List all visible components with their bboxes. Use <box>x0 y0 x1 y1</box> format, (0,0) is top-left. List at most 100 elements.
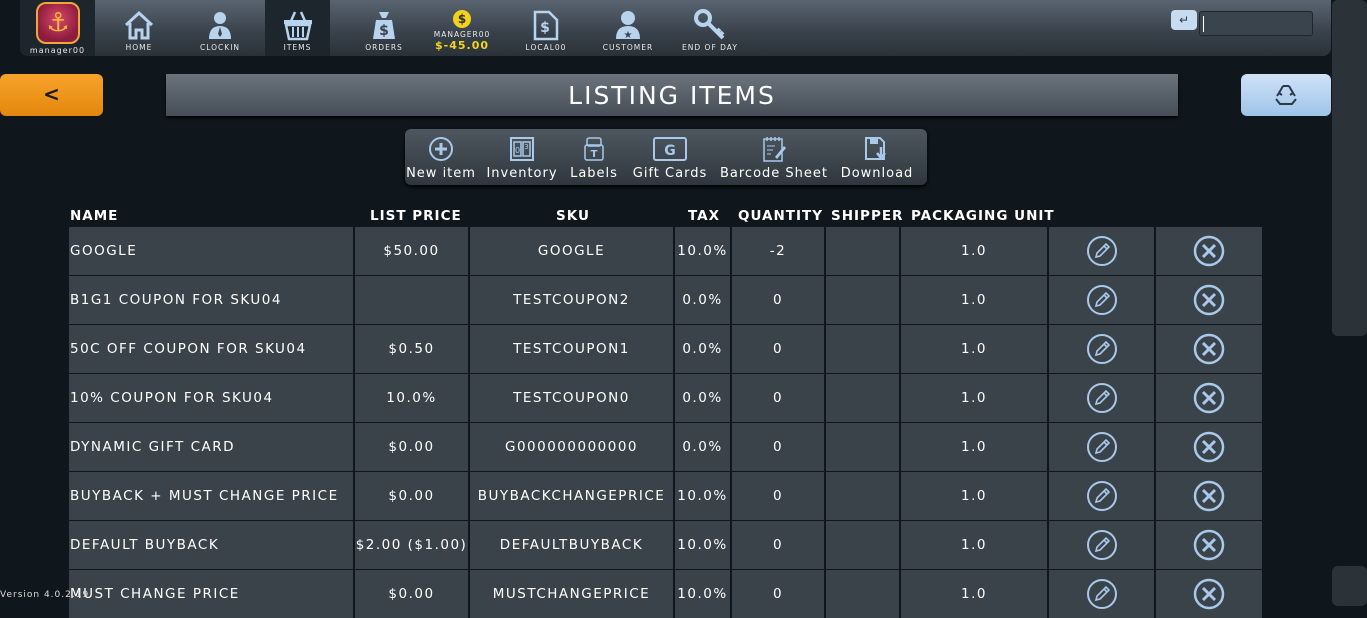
cell-quantity: 0 <box>732 423 824 471</box>
gift-cards-button[interactable]: G Gift Cards <box>631 129 709 185</box>
close-icon <box>1193 284 1225 316</box>
delete-button[interactable] <box>1156 374 1262 422</box>
register-icon: $ <box>529 8 563 42</box>
column-header-packaging-unit[interactable]: PACKAGING UNIT <box>911 208 1055 224</box>
cell-tax: 0.0% <box>675 374 730 422</box>
column-header-tax[interactable]: TAX <box>688 208 720 224</box>
recycle-button[interactable] <box>1241 74 1331 116</box>
cell-name: DYNAMIC GIFT CARD <box>69 423 353 471</box>
delete-button[interactable] <box>1156 472 1262 520</box>
cell-packaging-unit: 1.0 <box>901 374 1047 422</box>
nav-customer[interactable]: ★ CUSTOMER <box>598 0 658 56</box>
scrollbar-thumb-lower[interactable] <box>1332 566 1367 606</box>
scrollbar-thumb[interactable] <box>1332 0 1367 336</box>
labels-button[interactable]: T Labels <box>569 129 619 185</box>
delete-button[interactable] <box>1156 276 1262 324</box>
label-tag-icon: T <box>581 134 607 164</box>
column-header-sku[interactable]: SKU <box>556 208 590 224</box>
edit-button[interactable] <box>1049 276 1154 324</box>
cell-packaging-unit: 1.0 <box>901 227 1047 275</box>
cell-sku: TESTCOUPON0 <box>470 374 673 422</box>
cell-quantity: 0 <box>732 325 824 373</box>
cell-sku: BUYBACKCHANGEPRICE <box>470 472 673 520</box>
download-icon <box>863 134 891 164</box>
cell-tax: 10.0% <box>675 521 730 569</box>
edit-button[interactable] <box>1049 374 1154 422</box>
download-button[interactable]: Download <box>839 129 915 185</box>
cell-sku: MUSTCHANGEPRICE <box>470 570 673 618</box>
recycle-icon <box>1275 85 1297 105</box>
cell-packaging-unit: 1.0 <box>901 325 1047 373</box>
cell-shipper <box>826 276 899 324</box>
nav-orders[interactable]: $ ORDERS <box>355 0 413 56</box>
cell-shipper <box>826 227 899 275</box>
svg-text:0: 0 <box>515 146 520 155</box>
column-header-list-price[interactable]: LIST PRICE <box>370 208 462 224</box>
inventory-button[interactable]: 03 Inventory <box>486 129 558 185</box>
pencil-icon <box>1086 236 1117 266</box>
table-row[interactable]: DEFAULT BUYBACK $2.00 ($1.00) DEFAULTBUYBA… <box>69 521 1262 569</box>
cell-quantity: 0 <box>732 570 824 618</box>
user-profile[interactable]: ⚓ manager00 <box>20 0 95 56</box>
delete-button[interactable] <box>1156 570 1262 618</box>
tool-label: Inventory <box>486 166 558 181</box>
cell-name: 50C OFF COUPON FOR SKU04 <box>69 325 353 373</box>
cell-list-price: $0.00 <box>355 423 468 471</box>
table-row[interactable]: B1G1 COUPON FOR SKU04 TESTCOUPON2 0.0% 0 1.0 <box>69 276 1262 324</box>
edit-button[interactable] <box>1049 325 1154 373</box>
tool-label: Download <box>840 166 914 181</box>
column-header-quantity[interactable]: QUANTITY <box>738 208 823 224</box>
table-row[interactable]: 50C OFF COUPON FOR SKU04 $0.50 TESTCOUPON1… <box>69 325 1262 373</box>
nav-clockin[interactable]: CLOCKIN <box>190 0 250 56</box>
cell-quantity: -2 <box>732 227 824 275</box>
pencil-icon <box>1086 530 1117 560</box>
nav-end-of-day[interactable]: END OF DAY <box>680 0 740 56</box>
close-icon <box>1193 235 1225 267</box>
column-header-shipper[interactable]: SHIPPER <box>831 208 903 224</box>
cell-shipper <box>826 423 899 471</box>
coin-icon: $ <box>453 10 471 28</box>
barcode-sheet-button[interactable]: Barcode Sheet <box>719 129 829 185</box>
username: manager00 <box>29 46 86 55</box>
edit-button[interactable] <box>1049 570 1154 618</box>
table-row[interactable]: 10% COUPON FOR SKU04 10.0% TESTCOUPON0 0.0%… <box>69 374 1262 422</box>
cell-shipper <box>826 570 899 618</box>
delete-button[interactable] <box>1156 423 1262 471</box>
tool-label: Labels <box>570 166 618 181</box>
back-button[interactable]: < <box>0 74 103 116</box>
nav-label: ITEMS <box>283 43 312 52</box>
cell-name: 10% COUPON FOR SKU04 <box>69 374 353 422</box>
nav-local[interactable]: $ LOCAL00 <box>517 0 575 56</box>
tool-label: New item <box>406 166 476 181</box>
table-row[interactable]: BUYBACK + MUST CHANGE PRICE $0.00 BUYBACKC… <box>69 472 1262 520</box>
cell-tax: 0.0% <box>675 423 730 471</box>
delete-button[interactable] <box>1156 521 1262 569</box>
delete-button[interactable] <box>1156 227 1262 275</box>
inventory-icon: 03 <box>509 134 535 164</box>
gift-card-icon: G <box>653 134 687 164</box>
delete-button[interactable] <box>1156 325 1262 373</box>
search-input[interactable] <box>1199 11 1313 36</box>
table-row[interactable]: GOOGLE $50.00 GOOGLE 10.0% -2 1.0 <box>69 227 1262 275</box>
cell-name: MUST CHANGE PRICE <box>69 570 353 618</box>
edit-button[interactable] <box>1049 521 1154 569</box>
balance-name: MANAGER00 <box>433 30 491 39</box>
nav-home[interactable]: HOME <box>110 0 168 56</box>
cell-list-price: 10.0% <box>355 374 468 422</box>
cell-packaging-unit: 1.0 <box>901 521 1047 569</box>
edit-button[interactable] <box>1049 227 1154 275</box>
cell-tax: 10.0% <box>675 227 730 275</box>
nav-items[interactable]: ITEMS <box>265 0 330 56</box>
close-icon <box>1193 529 1225 561</box>
cell-packaging-unit: 1.0 <box>901 570 1047 618</box>
new-item-button[interactable]: New item <box>406 129 476 185</box>
pencil-icon <box>1086 383 1117 413</box>
cell-shipper <box>826 374 899 422</box>
balance-display: $ MANAGER00 $-45.00 <box>433 8 491 52</box>
edit-button[interactable] <box>1049 423 1154 471</box>
edit-button[interactable] <box>1049 472 1154 520</box>
enter-button[interactable]: ↵ <box>1171 10 1197 30</box>
table-row[interactable]: MUST CHANGE PRICE $0.00 MUSTCHANGEPRICE 10.… <box>69 570 1262 618</box>
table-row[interactable]: DYNAMIC GIFT CARD $0.00 G000000000000 0.0% 0… <box>69 423 1262 471</box>
column-header-name[interactable]: NAME <box>70 208 118 224</box>
